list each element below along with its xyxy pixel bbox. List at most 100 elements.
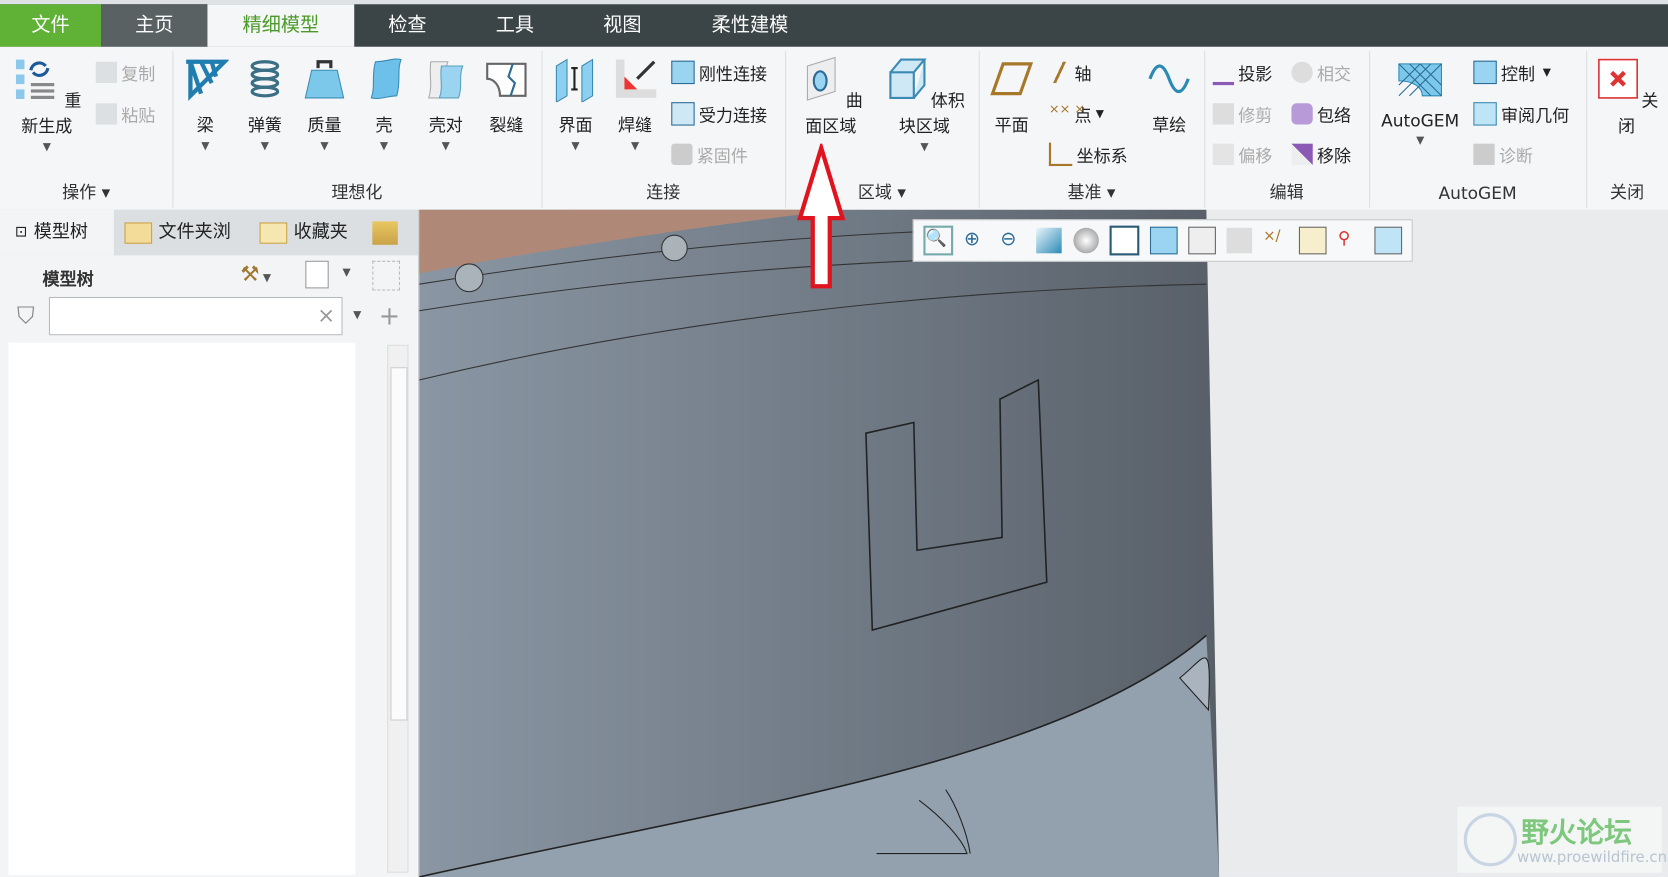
shell-icon (370, 58, 402, 100)
show-options-dropdown[interactable]: ▼ (343, 267, 351, 279)
tab-flexible-modeling[interactable]: 柔性建模 (691, 4, 808, 47)
view-manager-icon[interactable] (1188, 226, 1216, 255)
wrap-button[interactable]: 包络 (1291, 101, 1351, 127)
tab-view[interactable]: 视图 (580, 4, 665, 47)
tree-scrollbar[interactable] (387, 344, 409, 873)
filter-icon[interactable]: ⛉ (17, 303, 35, 330)
csys-label: 坐标系 (1076, 145, 1128, 167)
search-binoculars-icon (372, 220, 398, 245)
model-tree-list[interactable] (8, 342, 356, 875)
folder-icon (124, 221, 153, 244)
annotation-display-icon[interactable] (1299, 226, 1328, 255)
show-options-icon[interactable] (305, 260, 329, 289)
navigator-panel: ⊡ 模型树 文件夹浏 收藏夹 模型树 ⚒ ▼ ▼ ⛉ × ▼ + (0, 209, 420, 877)
project-button[interactable]: 投影 (1212, 60, 1272, 86)
named-views-icon[interactable] (1149, 226, 1178, 255)
interface-button[interactable]: 界面 ▼ (548, 55, 603, 152)
tree-search-input[interactable]: × (48, 296, 343, 336)
review-geometry-label: 审阅几何 (1501, 105, 1570, 126)
sketch-button[interactable]: 草绘 (1143, 55, 1196, 136)
weld-button[interactable]: 焊缝 ▼ (607, 55, 662, 152)
plane-icon (990, 62, 1034, 96)
axis-button[interactable]: 轴 (1048, 60, 1092, 86)
regenerate-button[interactable]: 重新生成 ▼ (9, 55, 86, 153)
tab-tools[interactable]: 工具 (472, 4, 557, 47)
hide-items-icon[interactable] (372, 260, 400, 291)
group-autogem: AutoGEM ▼ 控制 ▼ 审阅几何 诊断 AutoGEM (1369, 51, 1588, 208)
tab-refine-model[interactable]: 精细模型 (207, 4, 355, 47)
close-button[interactable]: 关闭 (1593, 55, 1661, 137)
crack-button[interactable]: 裂缝 (479, 55, 534, 136)
zoom-in-icon[interactable]: ⊕ (964, 228, 990, 254)
tab-model-tree[interactable]: ⊡ 模型树 (0, 209, 114, 256)
axis-label: 轴 (1074, 63, 1092, 85)
plane-label: 平面 (994, 114, 1029, 136)
shell-pair-button[interactable]: 壳对 ▼ (417, 55, 474, 152)
diagnostics-button[interactable]: 诊断 (1473, 142, 1533, 168)
point-button[interactable]: ×× × 点 ▼ (1049, 101, 1104, 127)
fastener-icon (671, 143, 693, 165)
tab-folder-browser[interactable]: 文件夹浏 (124, 210, 231, 256)
zoom-out-icon[interactable]: ⊖ (1000, 228, 1026, 254)
connection-display-icon[interactable]: ⚲ (1338, 228, 1364, 254)
tab-file[interactable]: 文件 (0, 4, 102, 47)
tab-inspect[interactable]: 检查 (365, 4, 450, 47)
weighted-link-label: 受力连接 (698, 105, 768, 126)
refit-icon[interactable]: 🔍 (923, 225, 954, 256)
volume-region-button[interactable]: 体积块区域 ▼ (877, 55, 973, 153)
copy-button[interactable]: 复制 (95, 60, 155, 86)
csys-icon (1048, 142, 1073, 167)
tab-home[interactable]: 主页 (101, 4, 208, 47)
annotation-arrow-up (797, 143, 846, 289)
paste-icon (95, 103, 118, 125)
plane-button[interactable]: 平面 (985, 55, 1038, 136)
offset-icon (1212, 143, 1235, 165)
rigid-link-button[interactable]: 刚性连接 (671, 60, 767, 86)
control-button[interactable]: 控制 ▼ (1473, 60, 1551, 86)
csys-button[interactable]: 坐标系 (1048, 142, 1128, 168)
trim-button[interactable]: 修剪 (1212, 101, 1272, 127)
paste-button[interactable]: 粘贴 (95, 101, 155, 127)
favorites-folder-icon (259, 221, 288, 244)
display-style-icon[interactable] (1072, 227, 1099, 254)
tree-settings-icon[interactable]: ⚒ ▼ (240, 261, 271, 287)
shell-button[interactable]: 壳 ▼ (357, 55, 410, 152)
weighted-link-button[interactable]: 受力连接 (671, 101, 767, 127)
group-connections: 界面 ▼ 焊缝 ▼ 刚性连接 受力连接 紧固件 连接 (541, 51, 787, 208)
datum-display-icon[interactable]: ×/ (1263, 228, 1289, 254)
watermark-title: 野火论坛 (1521, 817, 1632, 850)
remove-label: 移除 (1316, 145, 1352, 167)
group-idealization: 梁 ▼ 弹簧 ▼ 质量 ▼ 壳 ▼ 壳对 ▼ 裂缝 理想化 (172, 51, 543, 208)
beam-icon (186, 59, 230, 101)
add-filter-icon[interactable]: + (379, 301, 400, 331)
saved-orientations-icon[interactable] (1109, 225, 1140, 256)
beam-button[interactable]: 梁 ▼ (179, 55, 232, 152)
fastener-button[interactable]: 紧固件 (671, 142, 748, 168)
spring-button[interactable]: 弹簧 ▼ (238, 55, 291, 152)
group-label-datum[interactable]: 基准 ▾ (979, 178, 1205, 204)
component-display-icon[interactable] (1374, 226, 1402, 255)
surface-region-button[interactable]: 曲面区域 (791, 55, 870, 137)
group-label-connections: 连接 (646, 181, 681, 203)
autogem-mesh-icon (1398, 63, 1442, 97)
perspective-view-icon[interactable] (1226, 227, 1253, 254)
autogem-button[interactable]: AutoGEM ▼ (1375, 55, 1464, 147)
search-dropdown[interactable]: ▼ (353, 310, 361, 322)
mass-button[interactable]: 质量 ▼ (298, 55, 351, 152)
group-label-operations[interactable]: 操作 ▾ (0, 178, 172, 204)
repaint-icon[interactable] (1036, 227, 1063, 254)
clear-search-icon[interactable]: × (317, 302, 335, 328)
model-3d-view[interactable] (419, 209, 1668, 877)
tab-search[interactable] (372, 210, 398, 256)
ribbon-tab-bar: 文件 主页 精细模型 检查 工具 视图 柔性建模 (0, 4, 1668, 47)
mass-label: 质量 (307, 114, 342, 136)
offset-button[interactable]: 偏移 (1212, 142, 1272, 168)
review-geometry-button[interactable]: 审阅几何 (1473, 101, 1569, 127)
remove-button[interactable]: 移除 (1291, 142, 1351, 168)
intersect-button[interactable]: 相交 (1291, 60, 1351, 86)
tab-favorites[interactable]: 收藏夹 (259, 210, 348, 256)
interface-label: 界面 (558, 114, 593, 136)
graphics-viewport[interactable] (419, 209, 1668, 877)
scrollbar-thumb[interactable] (390, 367, 408, 721)
model-tree-icon: ⊡ (14, 223, 28, 241)
